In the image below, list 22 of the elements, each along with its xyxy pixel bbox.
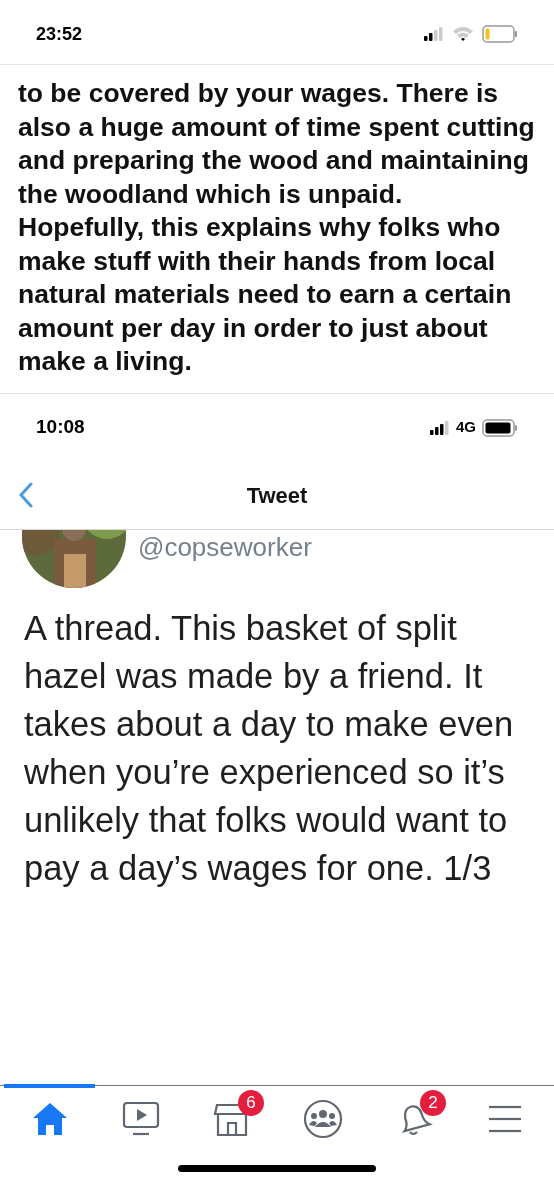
post-paragraph: Hopefully, this explains why folks who make stuff with their hands from local natural materials need to earn a certain amount per day in order to just about make a living. xyxy=(18,211,513,378)
marketplace-tab[interactable]: 6 xyxy=(186,1084,277,1150)
battery-icon xyxy=(482,25,518,43)
groups-icon xyxy=(302,1099,343,1139)
menu-icon xyxy=(486,1104,523,1134)
notifications-tab[interactable]: 2 xyxy=(368,1084,459,1150)
signal-icon xyxy=(424,27,444,41)
battery-icon xyxy=(482,418,518,437)
wifi-icon xyxy=(452,26,474,42)
status-time: 10:08 xyxy=(36,415,85,440)
tweet-handle: @copseworker xyxy=(138,530,312,564)
tweet-text: A thread. This basket of split hazel was made by a friend. It takes about a day to make even when you’re experienced so it’s unlikely that folks would want to pay a day’s wages for one. 1/3 xyxy=(23,607,515,889)
notification-badge: 2 xyxy=(420,1090,446,1116)
nav-title: Tweet xyxy=(246,481,308,510)
post-paragraph: to be covered by your wages. There is also a huge amount of time spent cutting and preparing the wood and maintaining the woodland which is unpaid. xyxy=(18,77,536,211)
back-button[interactable] xyxy=(18,481,34,508)
signal-icon xyxy=(430,420,450,435)
notification-badge: 6 xyxy=(238,1090,264,1116)
video-icon xyxy=(121,1101,160,1137)
back-icon xyxy=(18,481,34,508)
network-label: 4G xyxy=(456,417,476,438)
status-time: 23:52 xyxy=(36,22,83,46)
